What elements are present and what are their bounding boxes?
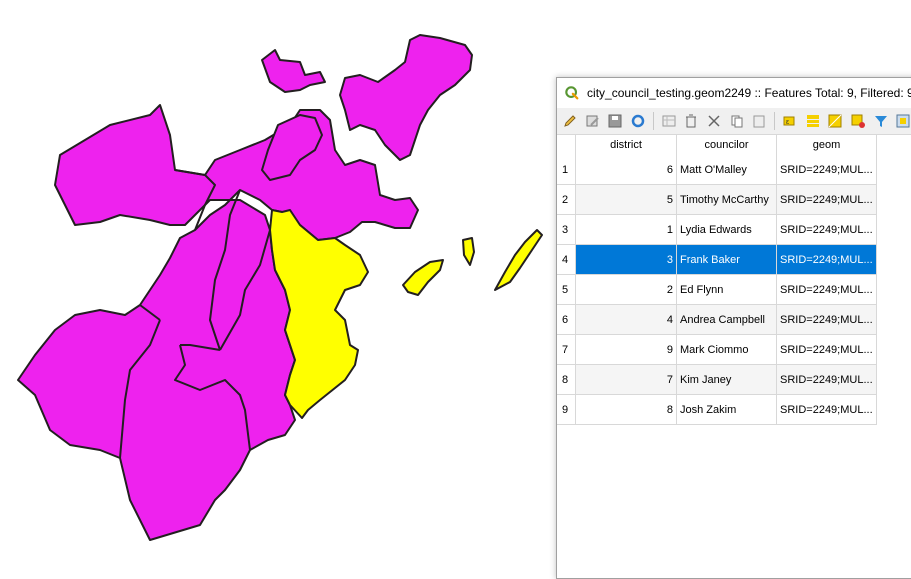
district-polygon[interactable] — [261, 49, 326, 93]
row-number[interactable]: 4 — [557, 244, 576, 275]
councilor-cell[interactable]: Kim Janey — [676, 364, 777, 395]
table-header-row: district councilor geom — [557, 135, 877, 155]
row-number[interactable]: 7 — [557, 334, 576, 365]
table-row[interactable]: 7 9 Mark Ciommo SRID=2249;MUL... — [557, 334, 877, 365]
column-header-geom[interactable]: geom — [776, 135, 877, 155]
district-cell[interactable]: 8 — [575, 394, 677, 425]
pan-to-selection-icon[interactable] — [894, 112, 911, 130]
district-polygon[interactable] — [17, 104, 419, 541]
councilor-cell[interactable]: Ed Flynn — [676, 274, 777, 305]
table-row[interactable]: 9 8 Josh Zakim SRID=2249;MUL... — [557, 394, 877, 425]
geom-cell[interactable]: SRID=2249;MUL... — [776, 364, 877, 395]
invert-selection-icon[interactable] — [826, 112, 844, 130]
district-cell[interactable]: 1 — [575, 214, 677, 245]
refresh-icon[interactable] — [629, 112, 647, 130]
district-cell[interactable]: 4 — [575, 304, 677, 335]
row-number[interactable]: 1 — [557, 155, 576, 185]
district-cell[interactable]: 6 — [575, 155, 677, 185]
geom-cell[interactable]: SRID=2249;MUL... — [776, 394, 877, 425]
table-row[interactable]: 4 3 Frank Baker SRID=2249;MUL... — [557, 244, 877, 275]
geom-cell[interactable]: SRID=2249;MUL... — [776, 214, 877, 245]
geom-cell[interactable]: SRID=2249;MUL... — [776, 304, 877, 335]
copy-icon[interactable] — [728, 112, 746, 130]
window-titlebar[interactable]: city_council_testing.geom2249 :: Feature… — [557, 78, 911, 108]
column-header-councilor[interactable]: councilor — [676, 135, 777, 155]
select-all-icon[interactable] — [804, 112, 822, 130]
toolbar-separator — [652, 112, 654, 130]
district-cell[interactable]: 5 — [575, 184, 677, 215]
district-cell[interactable]: 9 — [575, 334, 677, 365]
column-header-district[interactable]: district — [575, 135, 677, 155]
row-number[interactable]: 9 — [557, 394, 576, 425]
table-row[interactable]: 6 4 Andrea Campbell SRID=2249;MUL... — [557, 304, 877, 335]
new-feature-icon[interactable] — [660, 112, 678, 130]
table-row[interactable]: 1 6 Matt O'Malley SRID=2249;MUL... — [557, 155, 877, 185]
island-polygon — [494, 229, 543, 291]
row-number[interactable]: 2 — [557, 184, 576, 215]
deselect-icon[interactable] — [849, 112, 867, 130]
councilor-cell[interactable]: Lydia Edwards — [676, 214, 777, 245]
district-cell[interactable]: 7 — [575, 364, 677, 395]
attribute-table-window[interactable]: city_council_testing.geom2249 :: Feature… — [556, 77, 911, 579]
councilor-cell[interactable]: Josh Zakim — [676, 394, 777, 425]
save-icon[interactable] — [606, 112, 624, 130]
delete-icon[interactable] — [682, 112, 700, 130]
multi-edit-icon[interactable] — [584, 112, 602, 130]
councilor-cell[interactable]: Timothy McCarthy — [676, 184, 777, 215]
paste-icon[interactable] — [750, 112, 768, 130]
geom-cell[interactable]: SRID=2249;MUL... — [776, 244, 877, 275]
councilor-cell[interactable]: Frank Baker — [676, 244, 777, 275]
geom-cell[interactable]: SRID=2249;MUL... — [776, 155, 877, 185]
window-title: city_council_testing.geom2249 :: Feature… — [587, 86, 911, 100]
councilor-cell[interactable]: Mark Ciommo — [676, 334, 777, 365]
pencil-icon[interactable] — [561, 112, 579, 130]
qgis-logo-icon — [565, 86, 579, 100]
geom-cell[interactable]: SRID=2249;MUL... — [776, 184, 877, 215]
expression-select-icon[interactable]: ε — [781, 112, 799, 130]
attribute-toolbar: ε — [557, 108, 911, 135]
geom-cell[interactable]: SRID=2249;MUL... — [776, 334, 877, 365]
island-polygon — [402, 259, 444, 296]
row-number[interactable]: 5 — [557, 274, 576, 305]
table-row[interactable]: 8 7 Kim Janey SRID=2249;MUL... — [557, 364, 877, 395]
row-number[interactable]: 3 — [557, 214, 576, 245]
geom-cell[interactable]: SRID=2249;MUL... — [776, 274, 877, 305]
row-number[interactable]: 8 — [557, 364, 576, 395]
councilor-cell[interactable]: Matt O'Malley — [676, 155, 777, 185]
district-polygon[interactable] — [339, 34, 473, 161]
island-polygon — [462, 237, 475, 266]
councilor-cell[interactable]: Andrea Campbell — [676, 304, 777, 335]
filter-icon[interactable] — [872, 112, 890, 130]
attribute-table[interactable]: district councilor geom 1 6 Matt O'Malley S… — [557, 135, 911, 578]
row-number[interactable]: 6 — [557, 304, 576, 335]
table-row[interactable]: 3 1 Lydia Edwards SRID=2249;MUL... — [557, 214, 877, 245]
toolbar-separator — [774, 112, 776, 130]
svg-text:ε: ε — [786, 119, 789, 126]
table-row[interactable]: 2 5 Timothy McCarthy SRID=2249;MUL... — [557, 184, 877, 215]
district-cell[interactable]: 3 — [575, 244, 677, 275]
cut-icon[interactable] — [705, 112, 723, 130]
table-corner[interactable] — [557, 135, 576, 155]
district-cell[interactable]: 2 — [575, 274, 677, 305]
table-row[interactable]: 5 2 Ed Flynn SRID=2249;MUL... — [557, 274, 877, 305]
